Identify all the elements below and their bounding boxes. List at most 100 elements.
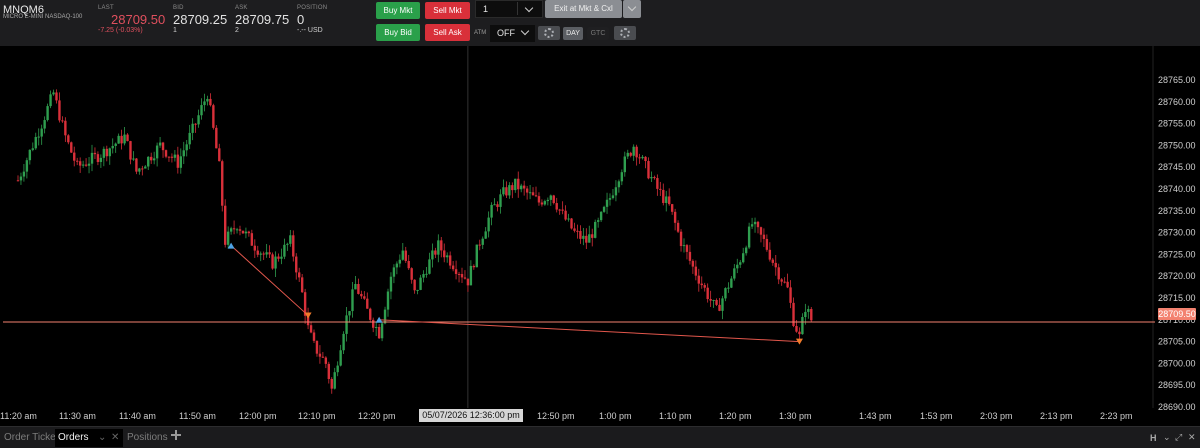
candle-body [348,311,351,316]
candle-body [354,284,357,290]
close-icon[interactable]: ✕ [111,429,119,447]
candle-body [525,188,529,193]
candle-body [573,228,576,231]
quantity-input[interactable]: 1 [475,0,543,18]
x-tick-label: 12:00 pm [239,411,277,421]
buy-market-button[interactable]: Buy Mkt [376,2,420,19]
candle-body [259,253,262,255]
candle-body [132,158,135,160]
close-icon[interactable]: ✕ [1188,432,1196,443]
candle-body [342,333,345,351]
candle-body [644,156,647,162]
candle-body [141,168,144,170]
candle-body [155,145,159,159]
candle-body [111,145,114,149]
price-chart[interactable]: 28765.00 28760.00 28755.00 28750.00 28745.00… [0,46,1200,422]
chevron-down-icon[interactable]: ⌄ [1163,432,1171,443]
tab-order-ticket[interactable]: Order Ticket [1,429,61,447]
buy-bid-button[interactable]: Buy Bid [376,24,420,41]
exit-at-market-cancel-button[interactable]: Exit at Mkt & Cxl [545,0,622,18]
candle-body [807,309,810,312]
candle-body [197,115,200,125]
candle-body [771,259,774,263]
position-value: 0 [297,12,305,27]
candle-body [576,230,579,232]
candle-body [534,195,538,197]
x-tick-label: 1:53 pm [920,411,953,421]
candle-body [76,160,79,162]
candle-body [298,272,301,278]
candle-body [602,206,606,212]
hide-panel-icon[interactable]: H [1150,433,1157,443]
candle-body [147,156,150,167]
candle-body [682,245,686,247]
add-tab-icon[interactable] [171,430,181,440]
candle-body [481,238,484,245]
candle-body [25,160,29,172]
tab-orders-label: Orders [58,432,89,443]
quantity-value: 1 [483,4,489,14]
x-tick-label: 1:20 pm [719,411,752,421]
candle-body [90,152,94,164]
candle-body [158,142,162,146]
candle-body [117,135,120,144]
candle-body [721,298,724,311]
candle-body [448,255,452,266]
candle-body [641,156,644,159]
candle-body [392,267,396,277]
candle-body [70,142,73,153]
candle-body [528,192,532,194]
x-tick-label: 11:50 am [179,411,216,421]
atm-select[interactable]: OFF [490,25,535,42]
candle-body [665,196,668,203]
candle-body [727,287,730,289]
candle-body [212,105,215,128]
candle-body [786,281,789,288]
instrument-description: MICRO E-MINI NASDAQ-100 [3,14,83,20]
candle-body [235,229,239,231]
candle-body [221,161,224,206]
tif-settings-button[interactable] [614,26,636,40]
candle-body [617,181,621,188]
candle-body [709,299,712,301]
candle-body [49,94,52,107]
tif-day-button[interactable]: DAY [563,27,583,40]
candle-body [585,235,588,243]
candle-body [558,209,561,211]
expand-icon[interactable]: ⤢ [1175,432,1182,443]
chart-canvas[interactable]: 28765.00 28760.00 28755.00 28750.00 28745.00… [0,46,1200,426]
candle-body [567,218,570,220]
chevron-down-icon [627,2,637,12]
x-tick-label: 2:23 pm [1100,411,1133,421]
candle-body [161,142,165,151]
y-tick-label: 28750.00 [1158,140,1196,150]
exit-options-button[interactable] [623,0,641,18]
candle-body [256,250,259,255]
atm-settings-button[interactable] [538,26,560,40]
candle-body [58,100,61,121]
candle-body [324,357,328,364]
candle-body [434,250,437,255]
candle-body [173,154,177,158]
candle-body [564,210,567,220]
y-tick-label: 28740.00 [1158,184,1196,194]
candle-body [792,302,795,326]
tif-gtc-button[interactable]: GTC [587,27,609,40]
candle-body [522,185,526,189]
candle-body [457,273,461,275]
candle-body [570,218,573,229]
tab-positions[interactable]: Positions [124,429,171,447]
candle-body [31,148,34,150]
candle-body [43,120,46,129]
sell-market-button[interactable]: Sell Mkt [425,2,470,19]
candle-body [182,150,185,157]
candle-body [209,98,212,106]
candle-body [472,265,476,268]
candle-body [496,204,499,207]
candle-body [315,340,319,354]
close-icon[interactable]: ⌄ [98,429,106,447]
candle-body [312,332,316,341]
y-tick-label: 28715.00 [1158,293,1196,303]
sell-ask-button[interactable]: Sell Ask [425,24,470,41]
candle-body [623,156,626,173]
